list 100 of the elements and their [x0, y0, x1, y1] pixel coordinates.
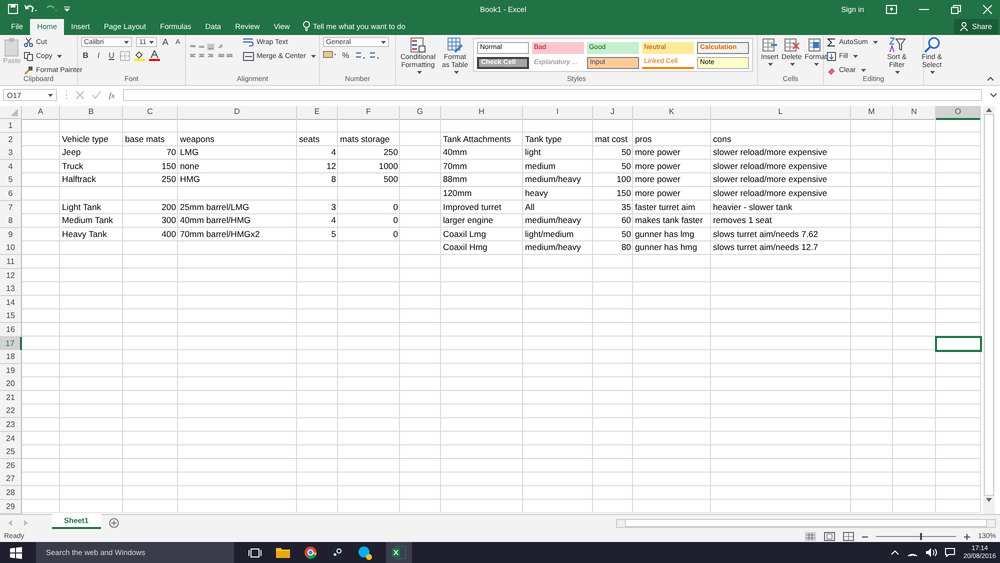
caret-icon: [48, 94, 53, 96]
row-header[interactable]: 2: [0, 132, 22, 147]
row-header[interactable]: 8: [0, 214, 22, 228]
horizontal-scrollbar[interactable]: [616, 518, 996, 528]
table-cell-text: 70mm: [442, 160, 468, 173]
table-cell-text: 0: [392, 214, 399, 228]
windows-start-icon[interactable]: [10, 546, 22, 558]
row-header[interactable]: 3: [0, 146, 22, 160]
table-cell-text: faster turret aim: [634, 200, 696, 214]
row-header[interactable]: 21: [0, 390, 22, 405]
row-header[interactable]: 7: [0, 200, 22, 215]
collapse-ribbon-icon[interactable]: [987, 76, 994, 81]
borders-icon[interactable]: [120, 50, 130, 60]
insert-function-button[interactable]: fx: [109, 90, 115, 100]
underline-button[interactable]: U: [107, 51, 116, 60]
column-header[interactable]: L: [711, 106, 851, 120]
caret-icon: [124, 40, 130, 44]
table-cell-text: 200: [160, 200, 177, 214]
zoom-out-icon[interactable]: [862, 534, 868, 540]
row-header[interactable]: 6: [0, 186, 22, 201]
row-header[interactable]: 28: [0, 486, 22, 500]
row-header[interactable]: 26: [0, 458, 22, 473]
row-header[interactable]: 24: [0, 432, 22, 446]
column-header[interactable]: D: [178, 106, 297, 120]
column-header[interactable]: H: [441, 106, 523, 120]
vertical-scrollbar[interactable]: [983, 106, 995, 514]
ribbon-display-icon[interactable]: [886, 4, 897, 14]
column-header[interactable]: A: [22, 106, 60, 120]
caret-icon: [895, 71, 900, 74]
normal-view-icon[interactable]: [805, 532, 816, 541]
table-cell-text: seats: [298, 132, 321, 146]
customize-caret-icon[interactable]: [64, 6, 70, 12]
grow-font-button[interactable]: A: [161, 37, 170, 47]
folder-icon[interactable]: [276, 547, 290, 558]
browser-icon[interactable]: [304, 546, 317, 559]
row-header[interactable]: 14: [0, 296, 22, 310]
row-header[interactable]: 23: [0, 418, 22, 432]
speaker-icon[interactable]: [926, 548, 938, 557]
row-header[interactable]: 20: [0, 377, 22, 392]
table-cell-text: heavy: [524, 186, 549, 200]
table-cell-text: more power: [634, 146, 682, 160]
check-icon[interactable]: [92, 91, 101, 99]
formula-input[interactable]: [122, 89, 982, 101]
font-color-icon[interactable]: [149, 50, 160, 61]
row-header[interactable]: 11: [0, 254, 22, 269]
spreadsheet-app-icon[interactable]: [386, 542, 412, 563]
scroll-down-icon[interactable]: [986, 498, 992, 502]
percent-button[interactable]: %: [341, 50, 350, 60]
column-header[interactable]: I: [523, 106, 593, 120]
table-cell-text: 4: [330, 214, 337, 228]
row-header[interactable]: 1: [0, 119, 22, 133]
fill-color-icon[interactable]: [134, 50, 145, 61]
row-header[interactable]: 29: [0, 500, 22, 514]
table-cell-text: more power: [634, 160, 682, 173]
row-header[interactable]: 12: [0, 268, 22, 283]
row-header[interactable]: 15: [0, 309, 22, 324]
column-header[interactable]: F: [338, 106, 400, 120]
table-cell-text: pros: [634, 132, 653, 146]
row-header[interactable]: 4: [0, 160, 22, 174]
scroll-up-icon[interactable]: [986, 108, 992, 112]
column-header[interactable]: E: [297, 106, 338, 120]
column-header[interactable]: J: [593, 106, 633, 120]
table-cell-text: none: [179, 160, 200, 173]
restore-icon[interactable]: [951, 4, 961, 14]
table-cell-text: 8: [330, 173, 337, 186]
expand-formula-icon[interactable]: [990, 92, 997, 98]
page-layout-icon[interactable]: [824, 532, 836, 541]
currency-icon[interactable]: [323, 50, 337, 60]
row-header[interactable]: 22: [0, 404, 22, 418]
row-header[interactable]: 18: [0, 350, 22, 364]
row-header[interactable]: 9: [0, 228, 22, 242]
column-header[interactable]: M: [851, 106, 893, 120]
row-header[interactable]: 19: [0, 364, 22, 378]
add-sheet-icon[interactable]: [108, 518, 119, 528]
table-cell-text: 50: [620, 160, 632, 173]
zoom-in-icon[interactable]: [964, 534, 970, 540]
column-header[interactable]: K: [633, 106, 711, 120]
row-header[interactable]: 10: [0, 241, 22, 256]
italic-button[interactable]: I: [94, 51, 103, 60]
selected-cell[interactable]: [936, 336, 981, 350]
table-cell-text: 500: [382, 173, 399, 186]
row-header[interactable]: 16: [0, 322, 22, 337]
save-icon[interactable]: [8, 4, 18, 14]
row-header[interactable]: 17: [0, 336, 22, 350]
page-break-icon[interactable]: [843, 532, 854, 541]
column-header[interactable]: O: [936, 106, 981, 120]
bold-button[interactable]: B: [81, 51, 90, 60]
row-header[interactable]: 25: [0, 445, 22, 460]
column-header[interactable]: C: [123, 106, 178, 120]
undo-icon[interactable]: [24, 4, 38, 14]
zoom-thumb[interactable]: [920, 533, 922, 540]
row-header[interactable]: 5: [0, 173, 22, 188]
row-header[interactable]: 27: [0, 472, 22, 486]
notification-icon[interactable]: [945, 548, 956, 557]
row-header[interactable]: 13: [0, 282, 22, 296]
column-header[interactable]: G: [400, 106, 441, 120]
column-header[interactable]: B: [60, 106, 123, 120]
close-icon[interactable]: [983, 4, 992, 14]
table-cell-text: slower reload/more expensive: [712, 160, 828, 173]
task-view-icon[interactable]: [248, 548, 262, 558]
